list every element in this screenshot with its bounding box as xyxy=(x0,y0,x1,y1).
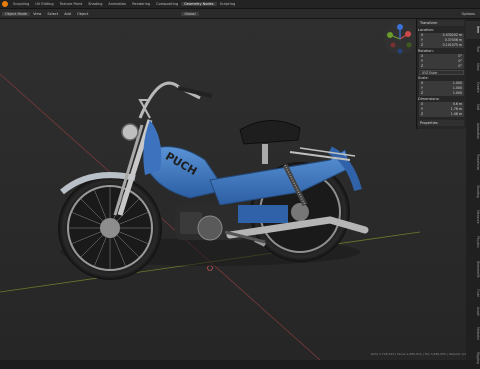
scene-render: PUCH xyxy=(0,19,466,360)
workspace-tab[interactable]: Texture Paint xyxy=(57,2,86,6)
mode-dropdown[interactable]: Object Mode xyxy=(2,11,31,16)
rotation-z-field[interactable]: Z 0° xyxy=(419,64,464,69)
tab-measure[interactable]: Measure xyxy=(466,205,480,229)
gizmo-z-axis-icon[interactable] xyxy=(397,24,403,30)
headlight xyxy=(121,123,139,141)
menu-select[interactable]: Select xyxy=(44,12,61,16)
rotation-mode-dropdown[interactable]: XYZ Euler xyxy=(419,70,464,75)
front-wheel xyxy=(58,176,162,280)
tab-edit[interactable]: Edit xyxy=(466,99,480,115)
options-dropdown[interactable]: Options xyxy=(458,12,478,16)
tab-view[interactable]: View xyxy=(466,59,480,75)
gizmo-y-axis-icon[interactable] xyxy=(387,32,393,38)
viewport-header: Object Mode View Select Add Object Globa… xyxy=(0,9,480,19)
location-label: Location: xyxy=(418,28,434,32)
app-logo-icon[interactable] xyxy=(2,1,8,7)
rotation-x-field[interactable]: X 0° xyxy=(419,54,464,59)
scale-z-field[interactable]: Z 1.000 xyxy=(419,91,464,96)
rotation-label: Rotation: xyxy=(418,49,434,53)
workspace-tab[interactable]: Shading xyxy=(85,2,105,6)
rotation-y-field[interactable]: Y 0° xyxy=(419,59,464,64)
dimensions-z-field[interactable]: Z 1.08 m xyxy=(419,112,464,117)
tab-fluid[interactable]: Fluid xyxy=(466,285,480,301)
transform-section-header[interactable]: Transform xyxy=(418,20,464,26)
tab-blenderkit[interactable]: BlenderKit xyxy=(466,255,480,283)
tab-asset[interactable]: Asset xyxy=(466,303,480,319)
scale-x-field[interactable]: X 1.000 xyxy=(419,81,464,86)
workspace-bar: Sculpting UV Editing Texture Paint Shadi… xyxy=(0,0,480,9)
workspace-tab[interactable]: Rendering xyxy=(129,2,153,6)
scale-y-field[interactable]: Y 1.000 xyxy=(419,86,464,91)
tab-shading[interactable]: Shading xyxy=(466,179,480,203)
workspace-tab[interactable]: Sculpting xyxy=(10,2,32,6)
tab-tool[interactable]: Tool xyxy=(466,41,480,57)
location-x-field[interactable]: X 0.030202 m xyxy=(419,33,464,38)
workspace-tab[interactable]: UV Editing xyxy=(32,2,56,6)
navigation-gizmo[interactable] xyxy=(382,21,418,57)
menu-object[interactable]: Object xyxy=(74,12,91,16)
workspace-tab[interactable]: Scripting xyxy=(217,2,239,6)
status-bar-stats: Verts 1,726,543 | Faces 1,680,012 | Tris… xyxy=(370,352,466,356)
location-z-field[interactable]: Z 0.101075 m xyxy=(419,43,464,48)
workspace-tab[interactable]: Compositing xyxy=(153,2,181,6)
properties-section-header[interactable]: Properties xyxy=(418,120,464,126)
tab-create[interactable]: Create xyxy=(466,77,480,97)
tab-rigging[interactable]: Rigging xyxy=(466,347,480,369)
gizmo-x-axis-icon[interactable] xyxy=(405,31,411,37)
workspace-tab-active[interactable]: Geometry Nodes xyxy=(181,2,217,6)
sidebar-tabs: Item Tool View Create Edit Animation Tra… xyxy=(466,19,480,364)
dimensions-label: Dimensions: xyxy=(418,97,440,101)
tab-physics[interactable]: Physics xyxy=(466,231,480,253)
tab-animation[interactable]: Animation xyxy=(466,117,480,145)
tab-item[interactable]: Item xyxy=(466,21,480,39)
menu-add[interactable]: Add xyxy=(61,12,74,16)
transform-orientation-dropdown[interactable]: Global xyxy=(181,11,199,16)
menu-view[interactable]: View xyxy=(30,12,44,16)
workspace-tab[interactable]: Animation xyxy=(105,2,129,6)
location-y-field[interactable]: Y 0.37456 m xyxy=(419,38,464,43)
scale-label: Scale: xyxy=(418,76,429,80)
dimensions-x-field[interactable]: X 0.6 m xyxy=(419,102,464,107)
3d-viewport[interactable]: PUCH xyxy=(0,19,466,360)
dimensions-y-field[interactable]: Y 1.76 m xyxy=(419,107,464,112)
tab-transform[interactable]: Transform xyxy=(466,147,480,177)
tab-material[interactable]: Material xyxy=(466,321,480,345)
